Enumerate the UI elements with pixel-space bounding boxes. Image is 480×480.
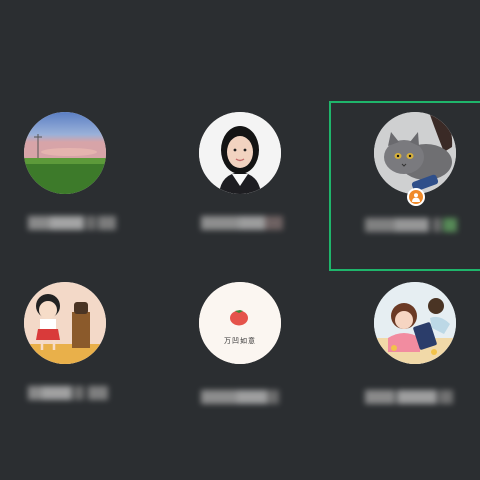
avatar-caption: 万凹如意 — [224, 337, 256, 345]
cartoon-girl-avatar-icon[interactable] — [24, 282, 106, 364]
contact-tile[interactable] — [165, 100, 315, 270]
contact-name-blurred — [365, 388, 475, 408]
contact-name-blurred — [201, 388, 311, 408]
portrait-woman-avatar-icon[interactable] — [199, 112, 281, 194]
contact-name-blurred — [201, 214, 311, 234]
contact-tile[interactable] — [0, 270, 150, 440]
contact-name-blurred — [28, 384, 138, 404]
contact-grid: 万凹如意 — [0, 0, 480, 480]
contact-tile-selected[interactable] — [329, 100, 479, 270]
contact-user-badge-icon — [407, 188, 425, 206]
landscape-field-avatar-icon[interactable] — [24, 112, 106, 194]
cat-avatar-icon[interactable] — [374, 112, 456, 194]
contact-tile[interactable]: 万凹如意 — [165, 270, 315, 440]
tomato-sketch-avatar-icon[interactable]: 万凹如意 — [199, 282, 281, 364]
contact-name-blurred — [365, 216, 475, 236]
contact-name-blurred — [28, 214, 138, 234]
contact-tile[interactable] — [329, 270, 479, 440]
contact-tile[interactable] — [0, 100, 150, 270]
cartoon-couple-avatar-icon[interactable] — [374, 282, 456, 364]
